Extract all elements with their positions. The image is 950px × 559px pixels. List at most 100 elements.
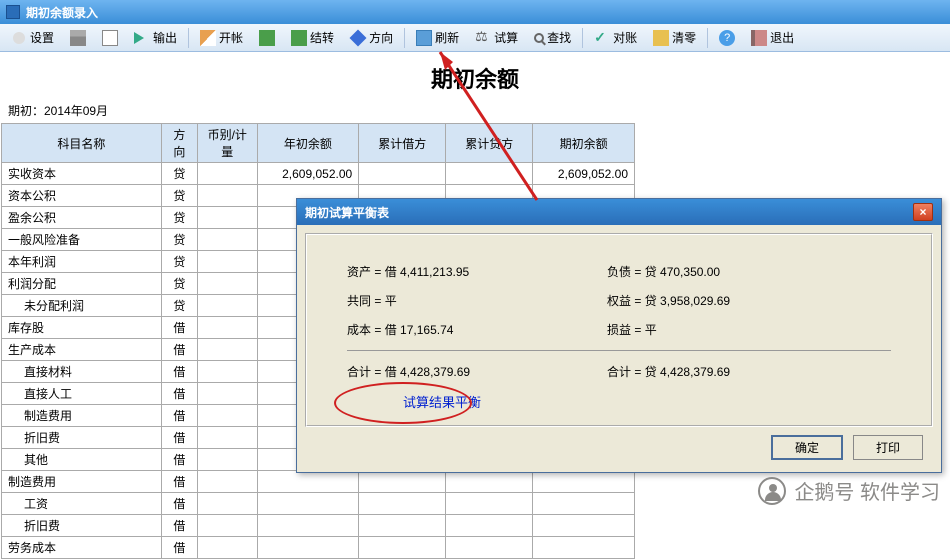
account-name: 直接人工 bbox=[2, 383, 162, 405]
settings-label: 设置 bbox=[30, 29, 54, 46]
cost-value: = 借 17,165.74 bbox=[374, 323, 453, 337]
dir-label: 方向 bbox=[369, 29, 393, 46]
currency bbox=[198, 471, 257, 493]
direction: 贷 bbox=[161, 185, 197, 207]
account-name: 生产成本 bbox=[2, 339, 162, 361]
direction: 借 bbox=[161, 449, 197, 471]
settings-button[interactable]: 设置 bbox=[4, 26, 61, 49]
currency bbox=[198, 317, 257, 339]
table-row[interactable]: 制造费用借 bbox=[2, 471, 635, 493]
total-cr-label: 合计 bbox=[607, 365, 631, 379]
doc-icon bbox=[102, 30, 118, 46]
open-icon bbox=[200, 30, 216, 46]
trial-balance-dialog: 期初试算平衡表 × 资产 = 借 4,411,213.95 负债 = 贷 470… bbox=[296, 198, 942, 473]
liab-label: 负债 bbox=[607, 265, 631, 279]
cum-credit bbox=[446, 515, 533, 537]
currency bbox=[198, 493, 257, 515]
exit-button[interactable]: 退出 bbox=[744, 26, 801, 49]
export-button[interactable]: 输出 bbox=[127, 26, 184, 49]
period-label: 期初：2014年09月 bbox=[0, 98, 950, 123]
year-begin bbox=[257, 537, 359, 559]
account-name: 实收资本 bbox=[2, 163, 162, 185]
ok-button[interactable]: 确定 bbox=[771, 435, 843, 460]
year-begin bbox=[257, 471, 359, 493]
account-name: 直接材料 bbox=[2, 361, 162, 383]
trial-button[interactable]: 试算 bbox=[468, 26, 525, 49]
open-button[interactable]: 开帐 bbox=[193, 26, 250, 49]
equity-value: = 贷 3,958,029.69 bbox=[634, 294, 730, 308]
cum-debit bbox=[359, 537, 446, 559]
direction: 贷 bbox=[161, 163, 197, 185]
col-header: 科目名称 bbox=[2, 124, 162, 163]
year-begin bbox=[257, 515, 359, 537]
direction: 借 bbox=[161, 537, 197, 559]
currency bbox=[198, 427, 257, 449]
dir-icon bbox=[350, 29, 367, 46]
trial-result: 试算结果平衡 bbox=[403, 392, 891, 411]
app-icon bbox=[6, 5, 20, 19]
cum-debit bbox=[359, 471, 446, 493]
total-dr-value: = 借 4,428,379.69 bbox=[374, 365, 470, 379]
total-dr-label: 合计 bbox=[347, 365, 371, 379]
export-icon bbox=[134, 32, 150, 44]
direction: 贷 bbox=[161, 295, 197, 317]
table-row[interactable]: 工资借 bbox=[2, 493, 635, 515]
close-icon[interactable]: × bbox=[913, 203, 933, 221]
currency bbox=[198, 273, 257, 295]
trial-icon bbox=[475, 30, 491, 46]
toolbar: 设置 输出 开帐 结转 方向刷新试算查找 ✓对账清零?退出 bbox=[0, 24, 950, 52]
clear-button[interactable]: 清零 bbox=[646, 26, 703, 49]
year-begin: 2,609,052.00 bbox=[257, 163, 359, 185]
direction: 借 bbox=[161, 405, 197, 427]
account-name: 盈余公积 bbox=[2, 207, 162, 229]
dialog-title: 期初试算平衡表 bbox=[305, 204, 389, 221]
doc-button[interactable] bbox=[95, 27, 125, 49]
page-title: 期初余额 bbox=[0, 52, 950, 98]
account-name: 资本公积 bbox=[2, 185, 162, 207]
direction: 借 bbox=[161, 493, 197, 515]
common-label: 共同 bbox=[347, 294, 371, 308]
carry-button[interactable]: 结转 bbox=[284, 26, 341, 49]
currency bbox=[198, 449, 257, 471]
penguin-icon bbox=[758, 477, 786, 505]
dir-button[interactable]: 方向 bbox=[343, 26, 400, 49]
window-title: 期初余额录入 bbox=[26, 4, 98, 21]
direction: 借 bbox=[161, 471, 197, 493]
year-begin bbox=[257, 493, 359, 515]
direction: 借 bbox=[161, 339, 197, 361]
help-button[interactable]: ? bbox=[712, 27, 742, 49]
recon-icon: ✓ bbox=[594, 30, 610, 46]
print-button[interactable]: 打印 bbox=[853, 435, 923, 460]
table-row[interactable]: 实收资本贷2,609,052.002,609,052.00 bbox=[2, 163, 635, 185]
equity-label: 权益 bbox=[607, 294, 631, 308]
direction: 借 bbox=[161, 427, 197, 449]
refresh-icon bbox=[416, 30, 432, 46]
col-header: 累计贷方 bbox=[446, 124, 533, 163]
refresh-button[interactable]: 刷新 bbox=[409, 26, 466, 49]
print-button[interactable] bbox=[63, 27, 93, 49]
g1-button[interactable] bbox=[252, 27, 282, 49]
cum-debit bbox=[359, 515, 446, 537]
direction: 借 bbox=[161, 383, 197, 405]
account-name: 工资 bbox=[2, 493, 162, 515]
table-row[interactable]: 劳务成本借 bbox=[2, 537, 635, 559]
find-icon bbox=[534, 33, 544, 43]
col-header: 期初余额 bbox=[533, 124, 635, 163]
currency bbox=[198, 295, 257, 317]
account-name: 制造费用 bbox=[2, 405, 162, 427]
open-label: 开帐 bbox=[219, 29, 243, 46]
watermark-text: 企鹅号 软件学习 bbox=[794, 476, 940, 505]
pl-label: 损益 bbox=[607, 323, 631, 337]
table-row[interactable]: 折旧费借 bbox=[2, 515, 635, 537]
col-header: 方向 bbox=[161, 124, 197, 163]
recon-button[interactable]: ✓对账 bbox=[587, 26, 644, 49]
cum-credit bbox=[446, 471, 533, 493]
pl-value: = 平 bbox=[634, 323, 656, 337]
col-header: 币别/计量 bbox=[198, 124, 257, 163]
find-button[interactable]: 查找 bbox=[527, 26, 578, 49]
cost-label: 成本 bbox=[347, 323, 371, 337]
direction: 贷 bbox=[161, 273, 197, 295]
account-name: 库存股 bbox=[2, 317, 162, 339]
currency bbox=[198, 515, 257, 537]
currency bbox=[198, 405, 257, 427]
